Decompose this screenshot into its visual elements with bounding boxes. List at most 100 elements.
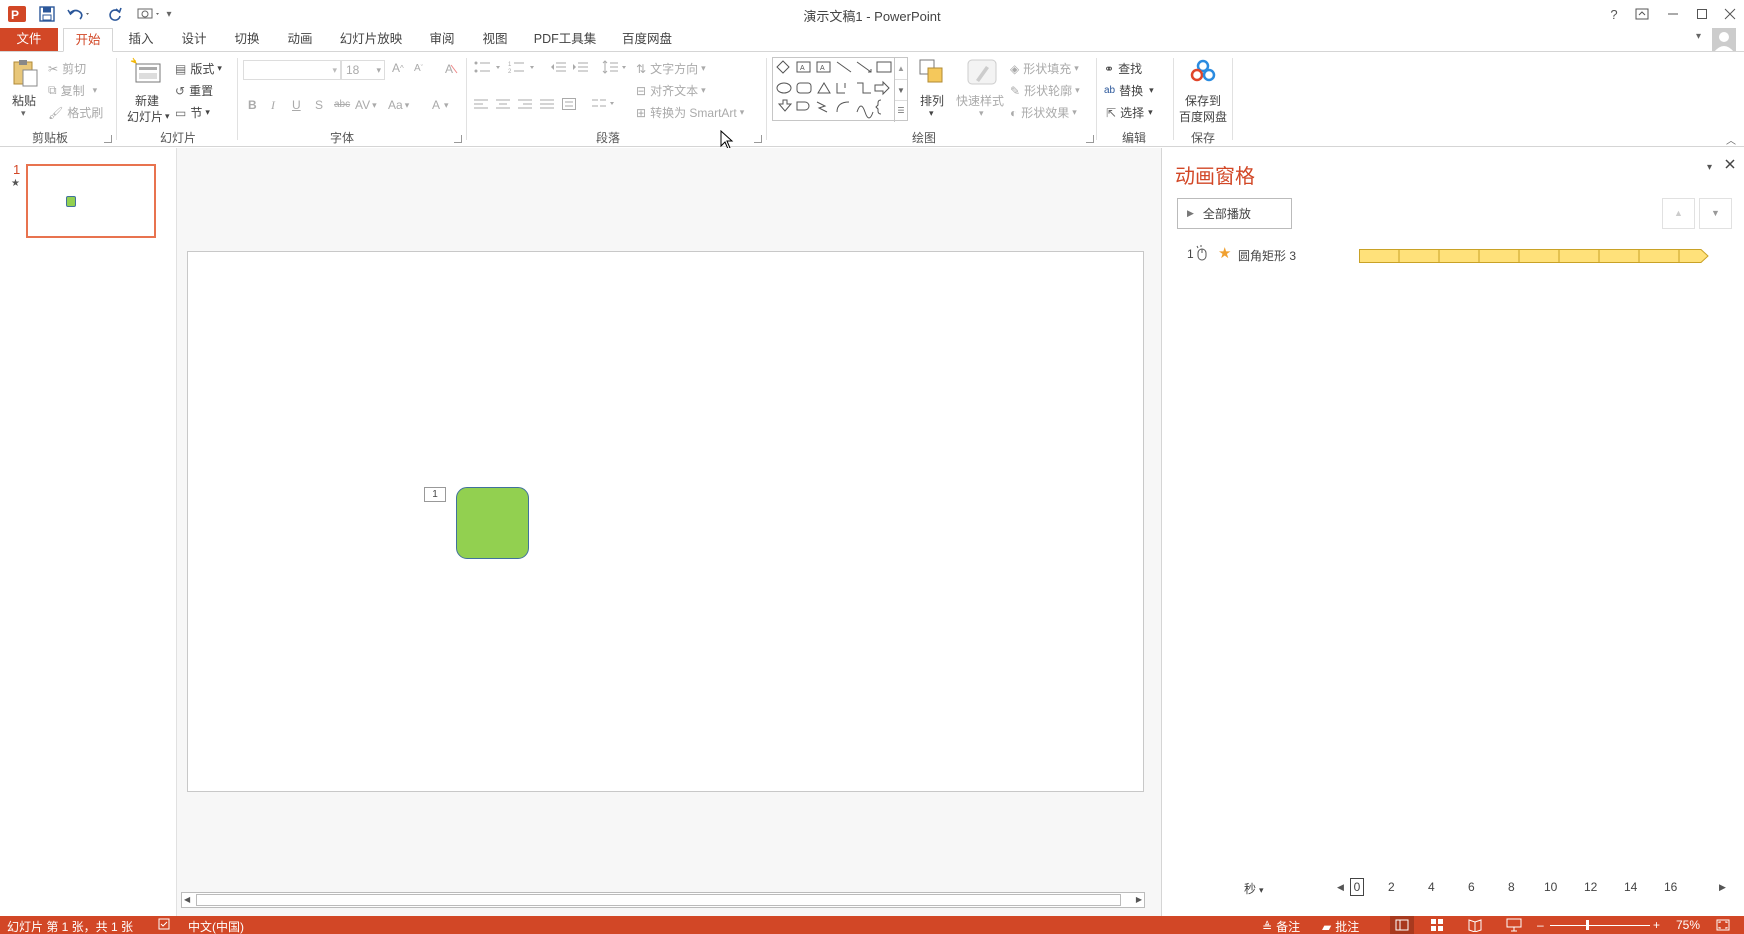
timeline-right-icon[interactable]: ▶ [1719, 882, 1726, 893]
new-slide-icon[interactable] [130, 56, 162, 86]
section-button[interactable]: ▭ 节 ▾ [175, 104, 210, 121]
font-color-button[interactable]: A ▾ [432, 98, 449, 112]
quick-styles-icon[interactable] [966, 58, 998, 88]
gallery-down-icon[interactable]: ▼ [895, 79, 907, 100]
timeline-ruler[interactable]: 0 2 4 6 8 10 12 14 16 [1350, 878, 1712, 896]
shape-effects-button[interactable]: ◐ 形状效果 ▾ [1010, 104, 1077, 121]
character-spacing-button[interactable]: AV ▾ [355, 98, 377, 112]
scrollbar-thumb[interactable] [196, 894, 1121, 906]
slide-canvas[interactable]: 1 [187, 251, 1144, 792]
tab-file[interactable]: 文件 [0, 28, 58, 52]
arrange-button[interactable]: 排列 [920, 92, 944, 109]
move-up-button[interactable]: ▲ [1662, 198, 1695, 229]
quick-styles-dropdown-icon[interactable]: ▾ [979, 108, 984, 119]
zoom-out-icon[interactable]: – [1537, 918, 1544, 932]
tab-review[interactable]: 审阅 [417, 28, 467, 52]
clipboard-launcher-icon[interactable] [104, 135, 112, 143]
distributed-icon[interactable] [562, 98, 576, 110]
seconds-dropdown[interactable]: 秒 ▾ [1244, 880, 1264, 897]
find-button[interactable]: ⚭ 查找 [1104, 60, 1142, 77]
italic-button[interactable]: I [271, 98, 275, 113]
convert-smartart-button[interactable]: ⊞ 转换为 SmartArt ▾ [636, 104, 744, 121]
slide-thumbnail[interactable] [26, 164, 156, 238]
cut-button[interactable]: ✂ 剪切 [48, 60, 86, 77]
gallery-more-icon[interactable]: ☰ [895, 100, 907, 120]
spelling-check-icon[interactable] [158, 918, 172, 933]
align-text-button[interactable]: ⊟ 对齐文本 ▾ [636, 82, 706, 99]
paragraph-launcher-icon[interactable] [754, 135, 762, 143]
pane-options-icon[interactable]: ▾ [1707, 162, 1712, 173]
tab-insert[interactable]: 插入 [116, 28, 166, 52]
align-right-icon[interactable] [518, 98, 532, 110]
zoom-slider[interactable] [1550, 925, 1650, 926]
language-indicator[interactable]: 中文(中国) [188, 918, 244, 934]
tab-view[interactable]: 视图 [470, 28, 520, 52]
bullets-icon[interactable] [474, 60, 504, 74]
move-down-button[interactable]: ▼ [1699, 198, 1732, 229]
font-size-combo[interactable]: 18 ▾ [341, 60, 385, 80]
justify-icon[interactable] [540, 98, 554, 110]
paste-button[interactable]: 粘贴 [12, 92, 36, 109]
fit-to-window-icon[interactable] [1716, 918, 1730, 934]
new-slide-dropdown[interactable]: 幻灯片 ▾ [127, 108, 170, 125]
gallery-up-icon[interactable]: ▲ [895, 58, 907, 79]
avatar[interactable] [1712, 28, 1736, 52]
collapse-ribbon-icon[interactable]: ︿ [1726, 132, 1736, 147]
slide-sorter-icon[interactable] [1430, 918, 1444, 934]
replace-button[interactable]: ab 替换 ▾ [1104, 82, 1154, 99]
arrange-icon[interactable] [918, 58, 946, 88]
notes-button[interactable]: ≜ 备注 [1262, 918, 1300, 934]
tab-baidu-netdisk[interactable]: 百度网盘 [614, 28, 680, 52]
columns-icon[interactable] [592, 98, 618, 110]
play-all-button[interactable]: ▶ 全部播放 [1177, 198, 1292, 229]
zoom-slider-thumb[interactable] [1586, 920, 1589, 930]
horizontal-scrollbar[interactable]: ◀ ▶ [181, 892, 1145, 908]
strikethrough-button[interactable]: abc [334, 99, 350, 110]
new-slide-button[interactable]: 新建 [135, 92, 159, 109]
shape-outline-button[interactable]: ✎ 形状轮廓 ▾ [1010, 82, 1080, 99]
normal-view-icon[interactable] [1390, 916, 1414, 934]
slideshow-view-icon[interactable] [1506, 918, 1522, 934]
maximize-icon[interactable] [1688, 0, 1716, 28]
ribbon-display-options-icon[interactable] [1628, 0, 1656, 28]
align-center-icon[interactable] [496, 98, 510, 110]
comments-button[interactable]: ▰ 批注 [1322, 918, 1359, 934]
align-left-icon[interactable] [474, 98, 488, 110]
quick-styles-button[interactable]: 快速样式 [956, 92, 1004, 109]
account-dropdown-icon[interactable]: ▾ [1696, 31, 1701, 42]
shape-fill-button[interactable]: ◈ 形状填充 ▾ [1010, 60, 1079, 77]
rounded-rectangle-shape[interactable] [456, 487, 529, 559]
drawing-launcher-icon[interactable] [1086, 135, 1094, 143]
line-spacing-icon[interactable] [602, 60, 628, 74]
shapes-gallery[interactable]: A A ▲ ▼ ☰ [772, 57, 908, 122]
increase-indent-icon[interactable] [572, 60, 588, 74]
select-button[interactable]: ⇱ 选择 ▾ [1106, 104, 1153, 121]
layout-button[interactable]: ▤ 版式 ▾ [175, 60, 222, 77]
timeline-left-icon[interactable]: ◀ [1337, 882, 1344, 893]
zoom-in-icon[interactable]: + [1653, 918, 1660, 932]
bold-button[interactable]: B [248, 98, 257, 112]
animation-list-item[interactable]: 1 ★ 圆角矩形 3 [1162, 243, 1744, 265]
scroll-left-icon[interactable]: ◀ [184, 895, 190, 904]
numbering-icon[interactable]: 12 [508, 60, 538, 74]
clipboard-icon[interactable] [10, 58, 40, 88]
underline-button[interactable]: U [292, 98, 301, 112]
arrange-dropdown-icon[interactable]: ▾ [929, 108, 934, 119]
tab-design[interactable]: 设计 [169, 28, 219, 52]
text-direction-button[interactable]: ⇅ 文字方向 ▾ [636, 60, 706, 77]
tab-home[interactable]: 开始 [63, 28, 113, 52]
shapes-gallery-scroll[interactable]: ▲ ▼ ☰ [894, 58, 907, 122]
baidu-cloud-icon[interactable] [1188, 58, 1218, 86]
close-icon[interactable] [1716, 0, 1744, 28]
copy-button[interactable]: ⧉ 复制 ▾ [48, 82, 97, 99]
clear-formatting-icon[interactable]: A [443, 61, 459, 75]
zoom-level[interactable]: 75% [1676, 918, 1700, 932]
format-painter-button[interactable]: 🖌 格式刷 [48, 104, 103, 121]
pane-close-icon[interactable] [1724, 158, 1736, 173]
tab-slideshow[interactable]: 幻灯片放映 [334, 28, 408, 52]
reset-button[interactable]: ↺ 重置 [175, 82, 213, 99]
animation-order-tag[interactable]: 1 [424, 487, 446, 502]
decrease-indent-icon[interactable] [550, 60, 566, 74]
animation-timing-bar[interactable] [1359, 249, 1709, 266]
paste-dropdown-icon[interactable]: ▾ [21, 108, 26, 119]
